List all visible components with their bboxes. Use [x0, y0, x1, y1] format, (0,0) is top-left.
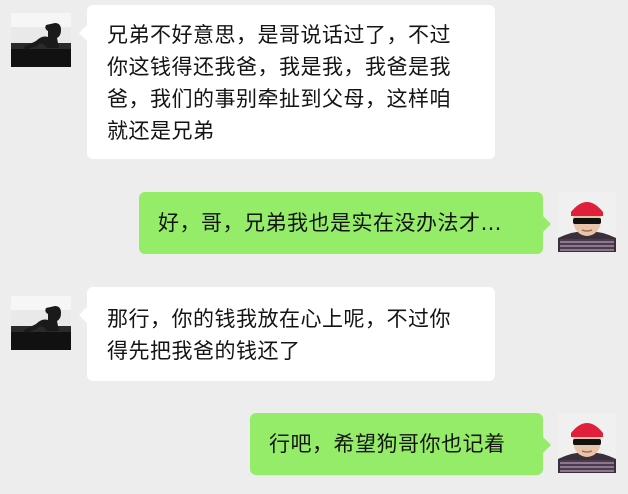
man-red-beanie-avatar-icon	[558, 413, 616, 473]
my-avatar[interactable]	[558, 413, 616, 473]
bubble-tail	[79, 307, 87, 323]
contact-avatar[interactable]	[11, 13, 71, 67]
message-bubble-sent[interactable]: 行吧，希望狗哥你也记着	[250, 413, 551, 475]
message-text: 行吧，希望狗哥你也记着	[269, 432, 506, 456]
my-avatar[interactable]	[558, 192, 616, 252]
message-text: 好，哥，兄弟我也是实在没办法才…	[158, 211, 502, 235]
message-text: 那行，你的钱我放在心上呢，不过你 得先把我爸的钱还了	[107, 307, 451, 363]
bubble-tail	[543, 216, 551, 232]
silhouette-avatar-icon	[11, 13, 71, 67]
silhouette-avatar-icon	[11, 296, 71, 350]
message-bubble-sent[interactable]: 好，哥，兄弟我也是实在没办法才…	[139, 192, 551, 254]
man-red-beanie-avatar-icon	[558, 192, 616, 252]
message-bubble-received[interactable]: 兄弟不好意思，是哥说话过了，不过 你这钱得还我爸，我是我，我爸是我 爸，我们的事…	[79, 5, 495, 159]
bubble-tail	[543, 437, 551, 453]
contact-avatar[interactable]	[11, 296, 71, 350]
message-text: 兄弟不好意思，是哥说话过了，不过 你这钱得还我爸，我是我，我爸是我 爸，我们的事…	[107, 23, 451, 143]
message-bubble-received[interactable]: 那行，你的钱我放在心上呢，不过你 得先把我爸的钱还了	[79, 287, 495, 381]
bubble-tail	[79, 25, 87, 41]
